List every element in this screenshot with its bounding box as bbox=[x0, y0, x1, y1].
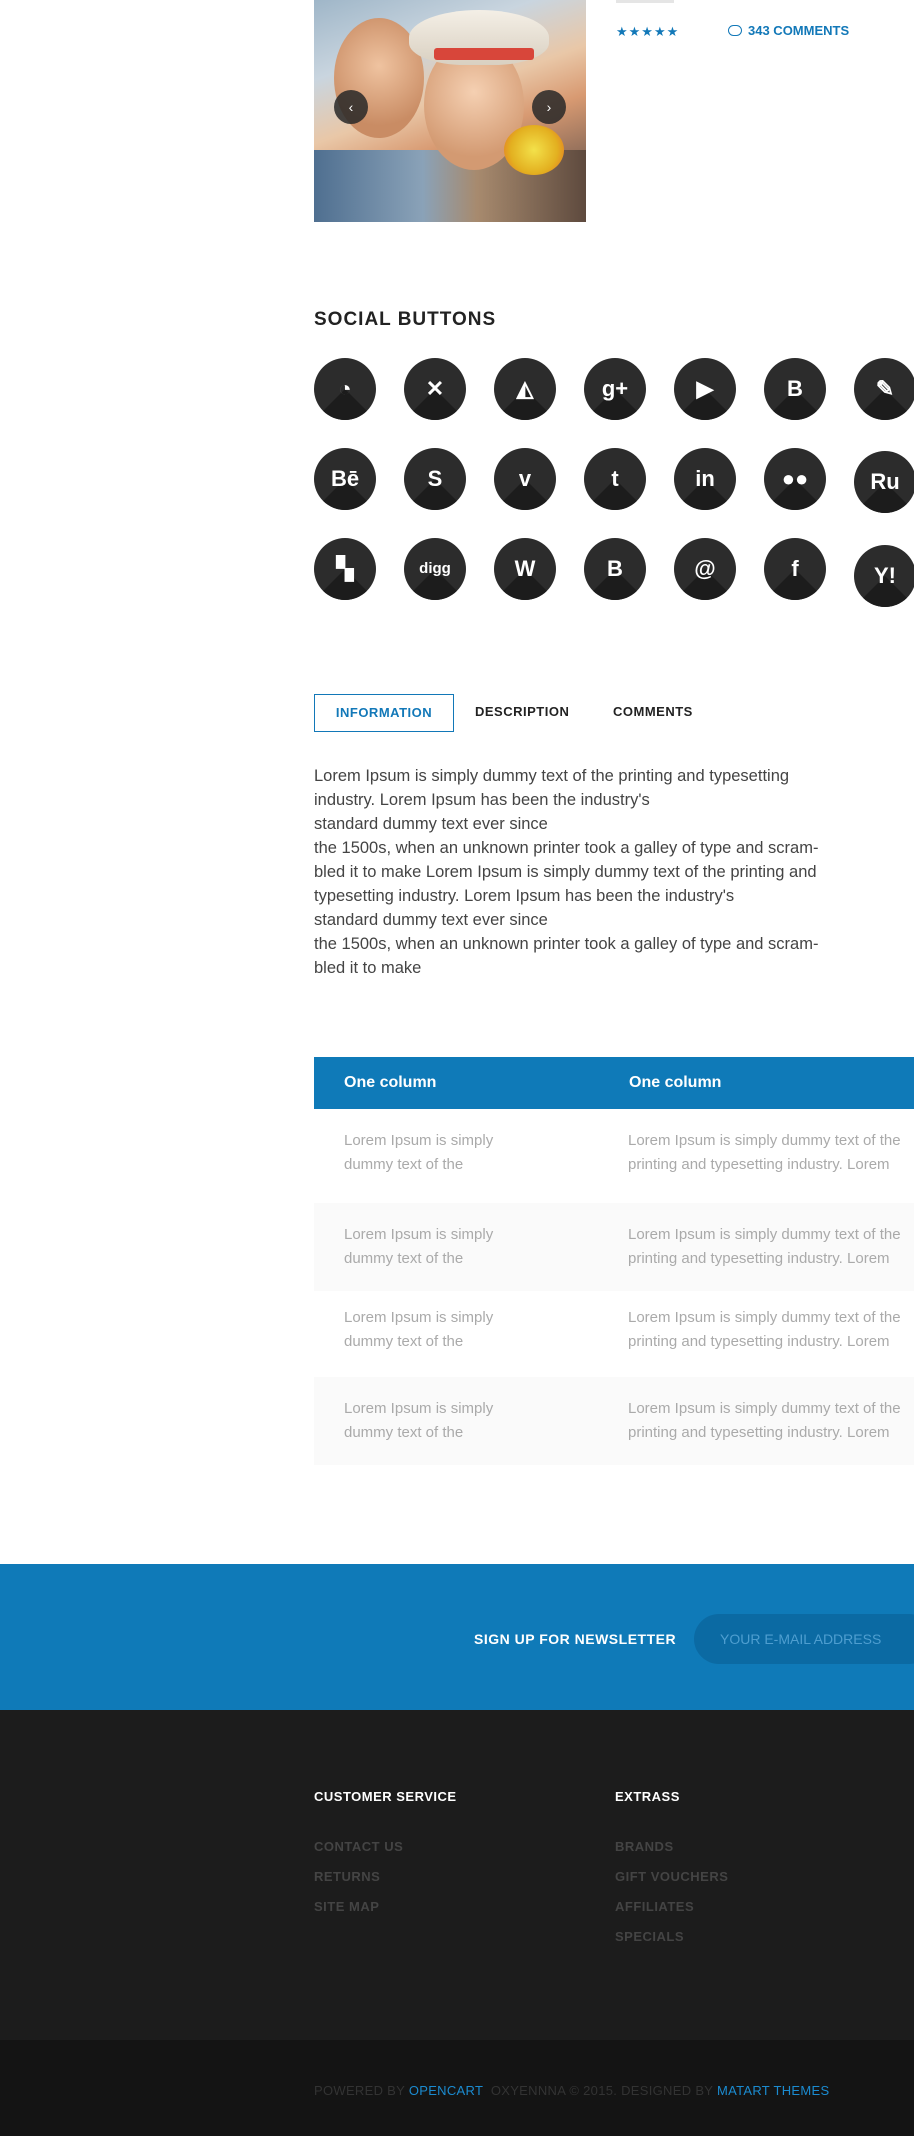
opencart-link[interactable]: OPENCART bbox=[409, 2083, 483, 2098]
comment-icon bbox=[728, 25, 742, 36]
table-cell: Lorem Ipsum is simply dummy text of the bbox=[344, 1132, 494, 1173]
tab-comments[interactable]: COMMENTS bbox=[613, 694, 693, 730]
table-cell: Lorem Ipsum is simply dummy text of the bbox=[344, 1226, 494, 1267]
information-text: Lorem Ipsum is simply dummy text of the … bbox=[314, 767, 819, 977]
footer-link-gift-vouchers[interactable]: GIFT VOUCHERS bbox=[615, 1869, 728, 1884]
section-title: SOCIAL BUTTONS bbox=[314, 309, 497, 330]
deviantart-icon[interactable]: ◭ bbox=[494, 358, 556, 420]
myspace-icon[interactable]: ●● bbox=[764, 448, 826, 510]
evernote-icon[interactable]: ✎ bbox=[854, 358, 914, 420]
footer-heading-customer-service: CUSTOMER SERVICE bbox=[314, 1789, 457, 1804]
footer-link-specials[interactable]: SPECIALS bbox=[615, 1929, 684, 1944]
footer-heading-extras: EXTRASS bbox=[615, 1789, 680, 1804]
table-cell: Lorem Ipsum is simply dummy text of the bbox=[344, 1309, 494, 1350]
table-row: Lorem Ipsum is simply dummy text of the … bbox=[314, 1286, 914, 1374]
comments-count: 343 COMMENTS bbox=[748, 23, 850, 38]
slider-prev-button[interactable]: ‹ bbox=[334, 90, 368, 124]
column-header: One column bbox=[629, 1074, 722, 1091]
copyright: POWERED BY OPENCART OXYENNNA © 2015. DES… bbox=[314, 2083, 830, 2098]
linkedin-icon[interactable]: in bbox=[674, 448, 736, 510]
footer bbox=[0, 1710, 914, 2040]
behance-icon[interactable]: Bē bbox=[314, 448, 376, 510]
delicious-icon[interactable]: ▚ bbox=[314, 538, 376, 600]
footer-link-affiliates[interactable]: AFFILIATES bbox=[615, 1899, 694, 1914]
table-cell: Lorem Ipsum is simply dummy text of the p… bbox=[628, 1309, 901, 1350]
blogger-icon[interactable]: B bbox=[764, 358, 826, 420]
youtube-icon[interactable]: ▶ bbox=[674, 358, 736, 420]
facebook-icon[interactable]: f bbox=[764, 538, 826, 600]
xing-icon[interactable]: ✕ bbox=[404, 358, 466, 420]
table-row: Lorem Ipsum is simply dummy text of the … bbox=[314, 1109, 914, 1197]
table-header: One column One column bbox=[314, 1057, 914, 1109]
rating-stars: ★★★★★ bbox=[616, 24, 680, 39]
skype-icon[interactable]: S bbox=[404, 448, 466, 510]
footer-link-brands[interactable]: BRANDS bbox=[615, 1839, 674, 1854]
mail-icon[interactable]: @ bbox=[674, 538, 736, 600]
tab-information[interactable]: INFORMATION bbox=[314, 694, 454, 732]
footer-link-sitemap[interactable]: SITE MAP bbox=[314, 1899, 379, 1914]
livejournal-icon[interactable]: Ru bbox=[854, 451, 914, 513]
tumblr-icon[interactable]: t bbox=[584, 448, 646, 510]
table-cell: Lorem Ipsum is simply dummy text of the p… bbox=[628, 1226, 901, 1267]
bebo-icon[interactable]: B bbox=[584, 538, 646, 600]
table-cell: Lorem Ipsum is simply dummy text of the p… bbox=[628, 1132, 901, 1173]
yahoo-icon[interactable]: Y! bbox=[854, 545, 914, 607]
column-header: One column bbox=[344, 1074, 437, 1091]
table-cell: Lorem Ipsum is simply dummy text of the p… bbox=[628, 1400, 901, 1441]
footer-link-returns[interactable]: RETURNS bbox=[314, 1869, 380, 1884]
slider-next-button[interactable]: › bbox=[532, 90, 566, 124]
digg-icon[interactable]: digg bbox=[404, 538, 466, 600]
designer-link[interactable]: MATART THEMES bbox=[717, 2083, 830, 2098]
comments-link[interactable]: 343 COMMENTS bbox=[728, 23, 849, 38]
tab-description[interactable]: DESCRIPTION bbox=[475, 694, 569, 730]
google-plus-icon[interactable]: g+ bbox=[584, 358, 646, 420]
newsletter-label: SIGN UP FOR NEWSLETTER bbox=[474, 1631, 677, 1647]
table-row: Lorem Ipsum is simply dummy text of the … bbox=[314, 1203, 914, 1291]
table-row: Lorem Ipsum is simply dummy text of the … bbox=[314, 1377, 914, 1465]
divider bbox=[616, 0, 674, 3]
wordpress-icon[interactable]: W bbox=[494, 538, 556, 600]
table-cell: Lorem Ipsum is simply dummy text of the bbox=[344, 1400, 494, 1441]
vimeo-icon[interactable]: v bbox=[494, 448, 556, 510]
newsletter-email-input[interactable] bbox=[694, 1614, 914, 1664]
rss-icon[interactable]: ◔ bbox=[314, 358, 376, 420]
footer-link-contact[interactable]: CONTACT US bbox=[314, 1839, 403, 1854]
